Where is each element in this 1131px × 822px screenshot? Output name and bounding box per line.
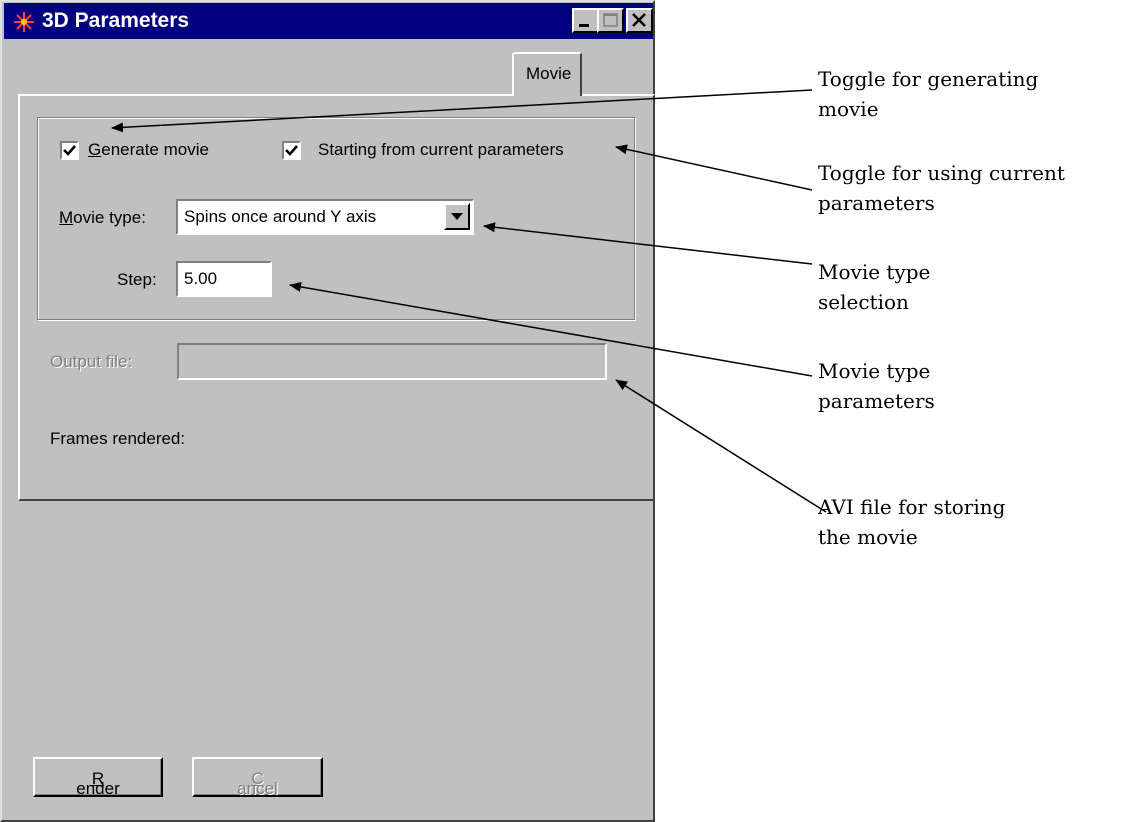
render-button[interactable]: Render (33, 757, 163, 798)
callout-generate-movie: Toggle for generating movie (818, 67, 1039, 121)
minimize-button[interactable] (572, 8, 599, 33)
frames-rendered-label: Frames rendered: (50, 429, 186, 448)
step-value: 5.00 (184, 269, 218, 288)
movie-tab-panel: Generate movie Starting from current par… (18, 94, 655, 501)
output-file-input[interactable] (177, 343, 607, 380)
close-icon (632, 13, 646, 27)
checkmark-icon (63, 145, 76, 156)
tab-movie-label: Movie (526, 64, 572, 83)
output-file-label: Output file: (50, 352, 133, 371)
cancel-button[interactable]: Cancel (192, 757, 323, 798)
parameters-window: 3D Parameters Movie Generate movie Start… (0, 0, 655, 822)
step-input[interactable]: 5.00 (176, 261, 272, 297)
maximize-icon (603, 13, 618, 27)
callout-avi-file: AVI file for storing the movie (818, 495, 1006, 549)
cancel-button-label: Cancel (237, 769, 278, 798)
movie-type-value: Spins once around Y axis (184, 207, 377, 226)
app-star-icon (14, 12, 34, 32)
callout-movie-type-parameters: Movie type parameters (818, 359, 935, 413)
generate-movie-checkbox[interactable] (60, 141, 79, 160)
tab-movie[interactable]: Movie (512, 52, 582, 96)
chevron-down-icon (451, 213, 463, 220)
callout-movie-type-selection: Movie type selection (818, 260, 931, 314)
checkmark-icon (285, 145, 298, 156)
movie-options-group: Generate movie Starting from current par… (37, 117, 635, 320)
title-bar[interactable]: 3D Parameters (4, 3, 653, 39)
minimize-icon (579, 24, 589, 27)
render-button-label: Render (76, 769, 120, 798)
window-title: 3D Parameters (42, 9, 190, 32)
starting-from-current-label[interactable]: Starting from current parameters (318, 140, 564, 160)
maximize-button[interactable] (597, 8, 624, 33)
close-button[interactable] (626, 8, 653, 33)
movie-type-select[interactable]: Spins once around Y axis (176, 199, 474, 235)
generate-movie-label[interactable]: Generate movie (88, 140, 209, 160)
callout-current-parameters: Toggle for using current parameters (818, 161, 1065, 215)
movie-type-label: Movie type: (59, 208, 146, 227)
starting-from-current-checkbox[interactable] (282, 141, 301, 160)
step-label: Step: (117, 270, 157, 289)
dropdown-button[interactable] (444, 203, 470, 230)
